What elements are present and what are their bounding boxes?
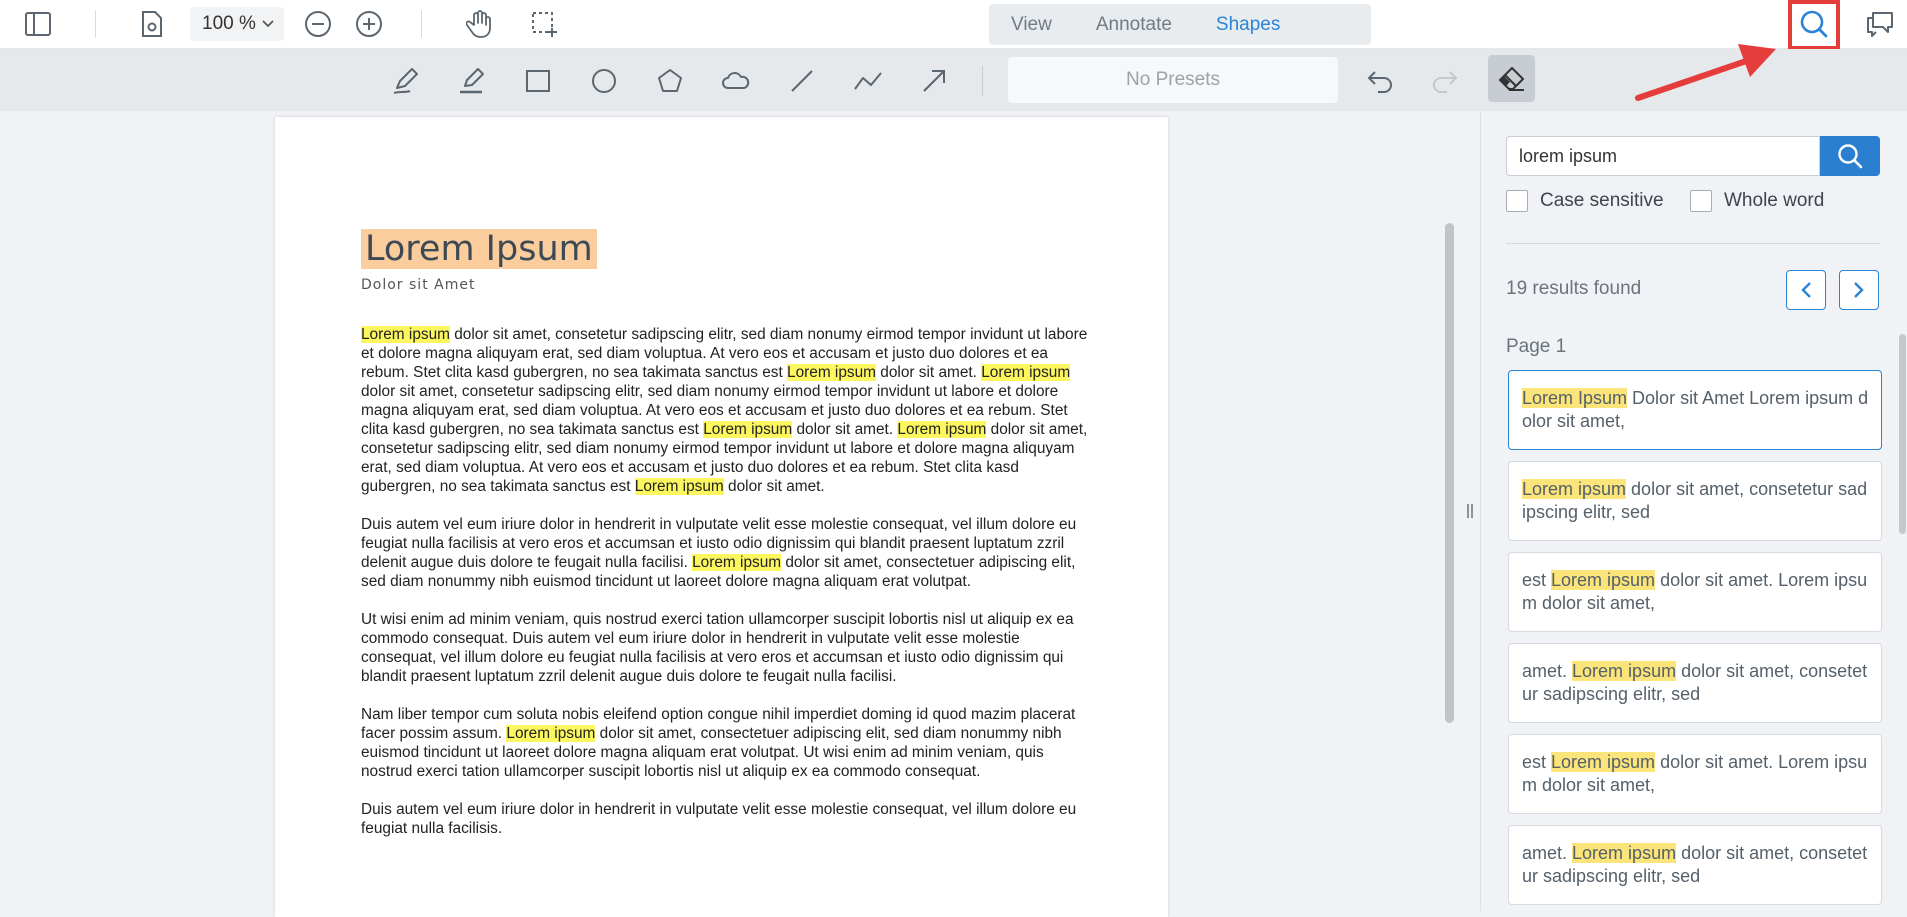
toolbar-divider <box>982 66 983 96</box>
whole-word-label: Whole word <box>1724 190 1825 211</box>
undo-icon[interactable] <box>1363 64 1397 98</box>
document-scrollbar[interactable] <box>1445 223 1454 723</box>
redo-icon[interactable] <box>1428 64 1462 98</box>
polygon-icon[interactable] <box>653 64 687 98</box>
red-arrow-annotation <box>1635 44 1776 101</box>
search-button-highlight-box <box>1788 0 1840 50</box>
header-divider <box>95 10 96 38</box>
document-paragraph: Nam liber tempor cum soluta nobis eleife… <box>361 705 1091 781</box>
cloud-icon[interactable] <box>719 64 753 98</box>
freehand-pen-icon[interactable] <box>389 64 423 98</box>
checkbox-box[interactable] <box>1690 190 1712 212</box>
pan-hand-icon[interactable] <box>464 8 496 40</box>
zoom-value: 100 % <box>202 13 256 34</box>
search-query-text: lorem ipsum <box>1519 145 1618 166</box>
search-match-highlight: Lorem ipsum <box>692 554 782 571</box>
paragraph-text: dolor sit amet. <box>723 478 825 495</box>
result-context-before: amet. <box>1522 661 1573 681</box>
search-match-highlight: Lorem ipsum <box>361 326 450 343</box>
result-match-highlight: Lorem ipsum <box>1572 843 1677 863</box>
search-match-highlight: Lorem ipsum <box>634 478 724 495</box>
paragraph-text: Duis autem vel eum iriure dolor in hendr… <box>361 801 1077 837</box>
search-input[interactable]: lorem ipsum <box>1506 136 1820 176</box>
document-paragraph: Duis autem vel eum iriure dolor in hendr… <box>361 800 1091 838</box>
checkbox-box[interactable] <box>1506 190 1528 212</box>
arrow-icon[interactable] <box>917 64 951 98</box>
previous-result-button[interactable] <box>1786 270 1826 310</box>
case-sensitive-label: Case sensitive <box>1540 190 1664 211</box>
polyline-icon[interactable] <box>851 64 885 98</box>
sidebar-toggle-icon[interactable] <box>22 8 54 40</box>
rectangle-icon[interactable] <box>521 64 555 98</box>
tab-annotate[interactable]: Annotate <box>1074 4 1194 45</box>
document-page: Lorem Ipsum Dolor sit Amet Lorem ipsum d… <box>275 117 1168 917</box>
line-icon[interactable] <box>785 64 819 98</box>
search-results-list: Lorem Ipsum Dolor sit Amet Lorem ipsum d… <box>1508 370 1882 916</box>
panel-resize-handle[interactable] <box>1460 111 1480 911</box>
paragraph-text: dolor sit amet. <box>876 364 982 381</box>
tab-view[interactable]: View <box>989 4 1074 45</box>
page-settings-icon[interactable] <box>136 8 168 40</box>
comments-icon[interactable] <box>1864 8 1896 40</box>
search-result-item[interactable]: amet. Lorem ipsum dolor sit amet, conset… <box>1508 643 1882 723</box>
highlighter-pen-icon[interactable] <box>455 64 489 98</box>
result-context-before: est <box>1522 570 1552 590</box>
zoom-in-icon[interactable] <box>353 8 385 40</box>
result-context-before: est <box>1522 752 1552 772</box>
search-result-item[interactable]: est Lorem ipsum dolor sit amet. Lorem ip… <box>1508 552 1882 632</box>
search-submit-button[interactable] <box>1820 136 1880 176</box>
document-title: Lorem Ipsum <box>361 229 597 269</box>
chevron-left-icon <box>1801 282 1811 298</box>
marquee-select-icon[interactable] <box>528 8 560 40</box>
search-result-item[interactable]: Lorem ipsum dolor sit amet, consetetur s… <box>1508 461 1882 541</box>
grip-icon <box>1467 504 1473 518</box>
zoom-out-icon[interactable] <box>302 8 334 40</box>
document-body: Lorem ipsum dolor sit amet, consetetur s… <box>361 325 1091 857</box>
search-result-item[interactable]: est Lorem ipsum dolor sit amet. Lorem ip… <box>1508 734 1882 814</box>
mode-tabs: View Annotate Shapes <box>989 4 1371 45</box>
document-paragraph: Ut wisi enim ad minim veniam, quis nostr… <box>361 610 1091 686</box>
header-divider <box>421 10 422 38</box>
style-presets-dropdown[interactable]: No Presets <box>1008 57 1338 103</box>
result-match-highlight: Lorem ipsum <box>1551 752 1656 772</box>
panel-divider <box>1506 243 1880 244</box>
whole-word-checkbox[interactable]: Whole word <box>1690 190 1824 212</box>
case-sensitive-checkbox[interactable]: Case sensitive <box>1506 190 1664 212</box>
search-result-item[interactable]: amet. Lorem ipsum dolor sit amet, conset… <box>1508 825 1882 905</box>
search-match-highlight: Lorem ipsum <box>981 364 1071 381</box>
paragraph-text: Ut wisi enim ad minim veniam, quis nostr… <box>361 611 1074 685</box>
document-subtitle: Dolor sit Amet <box>361 277 476 293</box>
search-panel: lorem ipsum Case sensitive Whole word 19… <box>1480 111 1907 911</box>
top-header: 100 % View Annotate Shapes <box>0 0 1907 50</box>
ellipse-icon[interactable] <box>587 64 621 98</box>
tab-shapes[interactable]: Shapes <box>1194 4 1302 45</box>
shapes-toolbar: No Presets <box>0 49 1907 111</box>
results-page-label: Page 1 <box>1506 336 1567 357</box>
chevron-down-icon <box>262 20 274 28</box>
result-match-highlight: Lorem ipsum <box>1551 570 1656 590</box>
next-result-button[interactable] <box>1839 270 1879 310</box>
zoom-select[interactable]: 100 % <box>190 7 284 41</box>
result-match-highlight: Lorem ipsum <box>1522 479 1627 499</box>
document-paragraph: Duis autem vel eum iriure dolor in hendr… <box>361 515 1091 591</box>
result-match-highlight: Lorem Ipsum <box>1522 388 1628 408</box>
chevron-right-icon <box>1854 282 1864 298</box>
search-result-item[interactable]: Lorem Ipsum Dolor sit Amet Lorem ipsum d… <box>1508 370 1882 450</box>
paragraph-text: dolor sit amet. <box>792 421 898 438</box>
document-viewport[interactable]: Lorem Ipsum Dolor sit Amet Lorem ipsum d… <box>0 111 1460 917</box>
search-match-highlight: Lorem ipsum <box>787 364 876 381</box>
search-match-highlight: Lorem ipsum <box>897 421 987 438</box>
search-icon <box>1838 144 1863 169</box>
eraser-icon[interactable] <box>1488 55 1535 102</box>
panel-scrollbar[interactable] <box>1899 334 1906 534</box>
result-context-before: amet. <box>1522 843 1573 863</box>
results-count: 19 results found <box>1506 278 1642 299</box>
result-match-highlight: Lorem ipsum <box>1572 661 1677 681</box>
search-match-highlight: Lorem ipsum <box>703 421 793 438</box>
search-match-highlight: Lorem ipsum <box>506 725 596 742</box>
document-paragraph: Lorem ipsum dolor sit amet, consetetur s… <box>361 325 1091 496</box>
title-highlight: Lorem Ipsum <box>361 229 597 269</box>
